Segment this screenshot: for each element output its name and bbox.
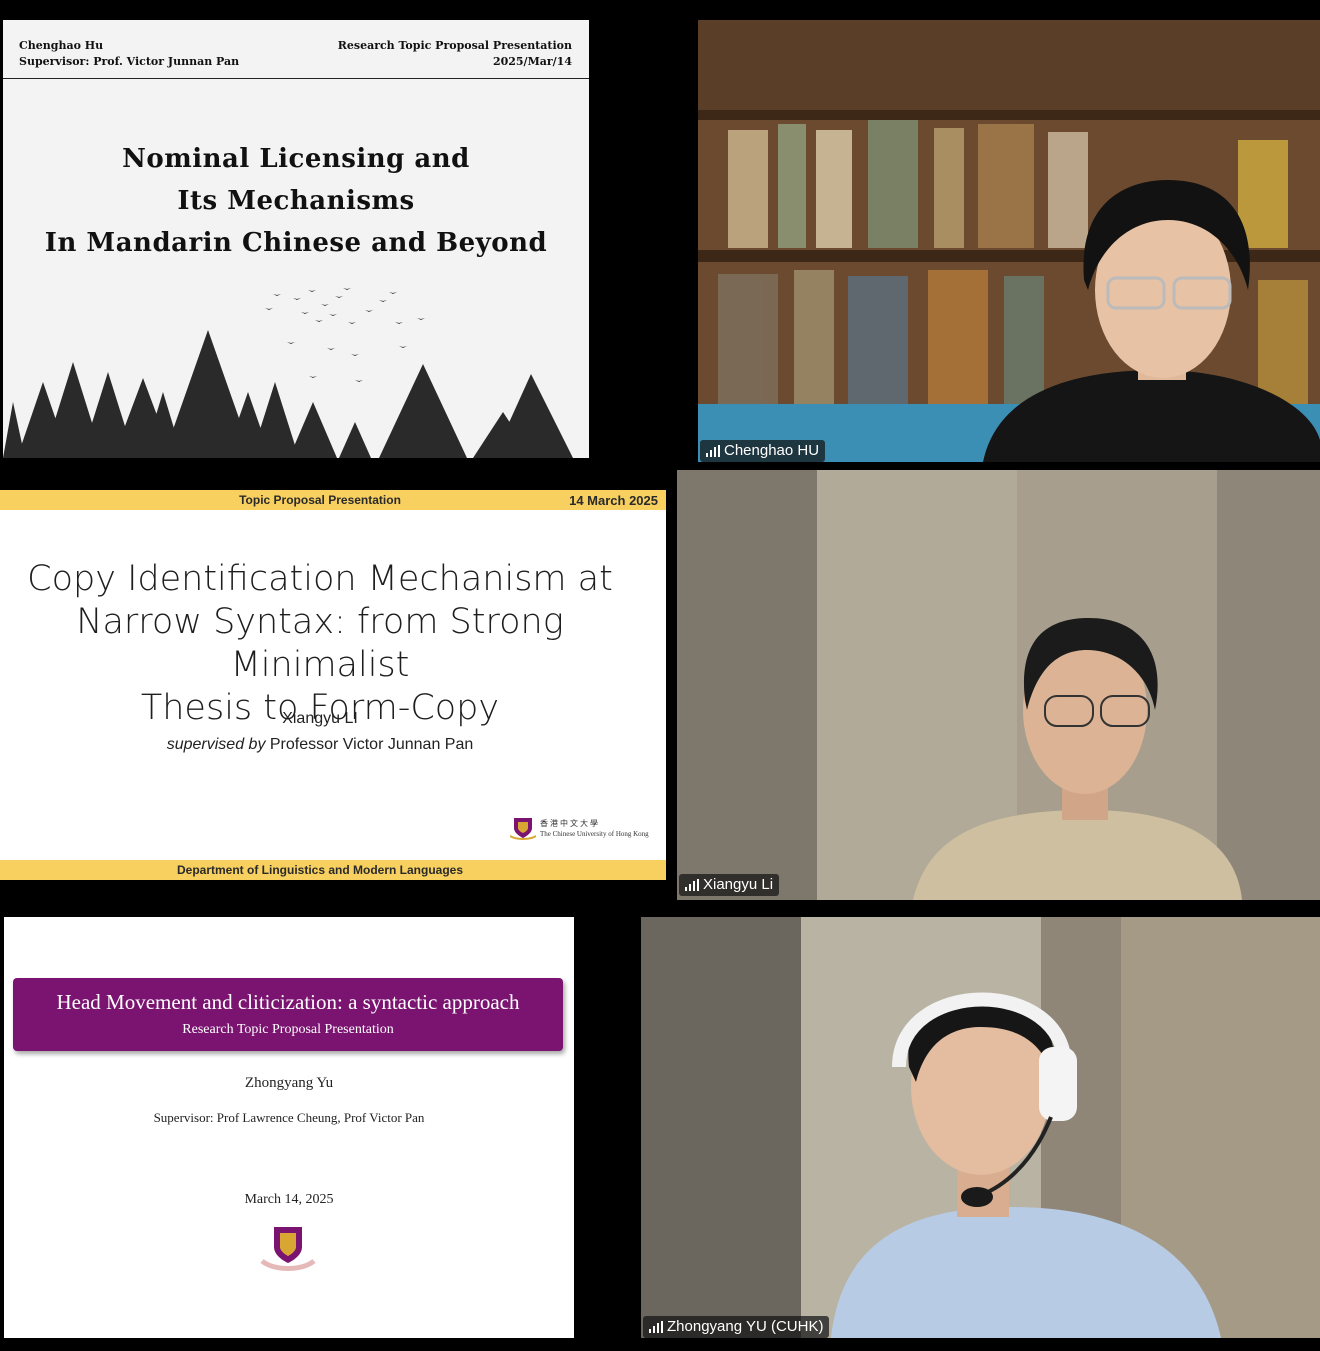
slide-title: Nominal Licensing and Its Mechanisms In … <box>44 144 548 258</box>
video-tile-chenghao[interactable]: Chenghao HU <box>698 20 1320 462</box>
shared-slide-copy-identification: Topic Proposal Presentation 14 March 202… <box>0 490 666 880</box>
trees-group <box>3 330 573 458</box>
title-box: Head Movement and cliticization: a synta… <box>13 978 563 1051</box>
header-date: 2025/Mar/14 <box>492 55 572 68</box>
slide-author: Zhongyang Yu <box>244 1075 334 1091</box>
signal-strength-icon <box>685 879 699 891</box>
participant-name: Chenghao HU <box>724 442 820 459</box>
video-feed-zhongyang <box>641 917 1320 1338</box>
slide-header: Chenghao Hu Supervisor: Prof. Victor Jun… <box>3 20 589 79</box>
slide-date: March 14, 2025 <box>244 1192 334 1207</box>
header-supervisor: Supervisor: Prof. Victor Junnan Pan <box>19 55 240 68</box>
top-bar-date: 14 March 2025 <box>569 493 658 508</box>
shared-slide-nominal-licensing: Chenghao Hu Supervisor: Prof. Victor Jun… <box>3 20 589 458</box>
bottom-bar-department: Department of Linguistics and Modern Lan… <box>176 863 464 877</box>
slide-title: Head Movement and cliticization: a synta… <box>56 990 520 1014</box>
slide-author: Xiangyu LI <box>282 710 358 727</box>
header-event: Research Topic Proposal Presentation <box>337 39 572 52</box>
slide-top-bar: Topic Proposal Presentation 14 March 202… <box>0 490 666 510</box>
participant-name-tag: Zhongyang YU (CUHK) <box>643 1316 830 1338</box>
forest-illustration <box>3 288 573 458</box>
slide-subtitle: Research Topic Proposal Presentation <box>182 1022 394 1037</box>
video-feed-chenghao <box>698 20 1320 462</box>
birds-group <box>265 288 425 382</box>
slide-bottom-bar: Department of Linguistics and Modern Lan… <box>0 860 666 880</box>
signal-strength-icon <box>706 445 720 457</box>
slide-supervisor: supervised by Professor Victor Junnan Pa… <box>166 736 474 753</box>
video-feed-xiangyu <box>677 470 1320 900</box>
participant-name-tag: Xiangyu Li <box>679 874 780 896</box>
participant-name: Zhongyang YU (CUHK) <box>667 1318 824 1335</box>
top-bar-title: Topic Proposal Presentation <box>239 493 401 507</box>
video-tile-xiangyu[interactable]: Xiangyu Li <box>677 470 1320 900</box>
cuhk-crest-icon <box>260 1227 316 1271</box>
cuhk-crest-icon <box>509 818 537 840</box>
video-tile-zhongyang[interactable]: Zhongyang YU (CUHK) <box>641 917 1320 1338</box>
shared-slide-head-movement: Head Movement and cliticization: a synta… <box>4 917 574 1338</box>
slide-supervisors: Supervisor: Prof Lawrence Cheung, Prof V… <box>153 1110 425 1125</box>
signal-strength-icon <box>649 1321 663 1333</box>
cuhk-logo: 香港中文大學 The Chinese University of Hong Ko… <box>509 816 649 845</box>
participant-name: Xiangyu Li <box>703 876 774 893</box>
header-author: Chenghao Hu <box>19 39 104 52</box>
participant-name-tag: Chenghao HU <box>700 440 826 462</box>
slide-title: Copy Identification Mechanism at Narrow … <box>27 559 613 728</box>
